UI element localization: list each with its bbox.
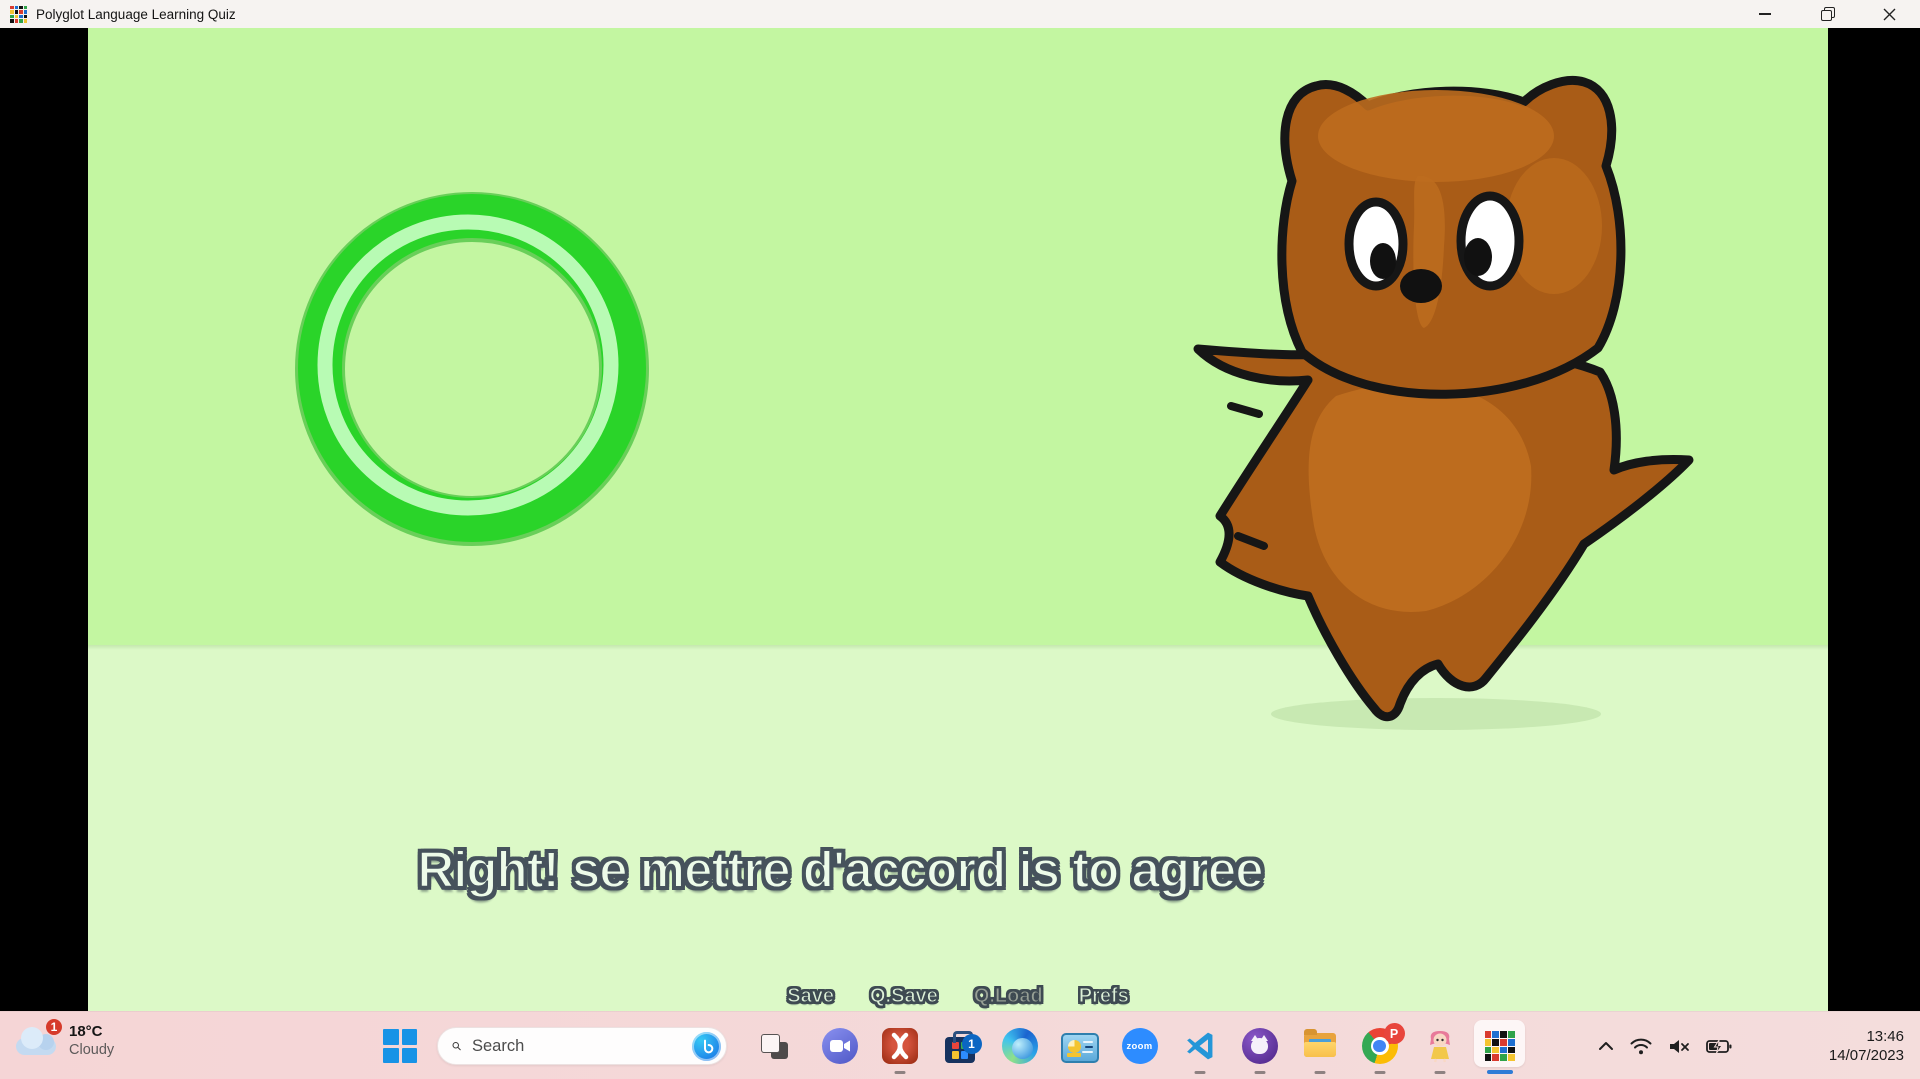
window-controls: [1734, 0, 1920, 28]
taskbar-item-github[interactable]: [1234, 1015, 1285, 1077]
polyglot-quiz-icon: [1485, 1031, 1515, 1061]
taskbar-item-zoom[interactable]: zoom: [1114, 1015, 1165, 1077]
minimize-button[interactable]: [1734, 0, 1796, 28]
quick-save-button[interactable]: Q.Save: [870, 985, 938, 1008]
github-icon: [1242, 1028, 1278, 1064]
quiz-menu: Save Q.Save Q.Load Prefs: [787, 985, 1128, 1008]
running-indicator: [1314, 1071, 1325, 1074]
taskbar-item-teams-chat[interactable]: [814, 1015, 865, 1077]
windows-logo-icon: [383, 1029, 399, 1045]
microsoft-store-icon: 1: [942, 1028, 978, 1064]
media-settings-icon: [1061, 1033, 1099, 1063]
taskbar-item-microsoft-store[interactable]: 1: [934, 1015, 985, 1077]
bing-icon[interactable]: [692, 1032, 721, 1061]
brown-character[interactable]: [1186, 66, 1706, 741]
taskbar: 1 18°C Cloudy: [0, 1011, 1920, 1079]
running-indicator: [1254, 1071, 1265, 1074]
taskbar-item-file-explorer[interactable]: [1294, 1015, 1345, 1077]
chrome-icon: P: [1362, 1028, 1398, 1064]
taskbar-item-anime-app[interactable]: [1414, 1015, 1465, 1077]
running-indicator: [1434, 1071, 1445, 1074]
quiz-feedback-caption: Right! se mettre d'accord is to agree: [417, 840, 1262, 899]
weather-condition: Cloudy: [69, 1042, 114, 1058]
cloud-icon: 1: [14, 1025, 58, 1057]
prefs-button[interactable]: Prefs: [1079, 985, 1129, 1008]
battery-charging-icon[interactable]: [1706, 1039, 1732, 1054]
running-indicator: [1374, 1071, 1385, 1074]
weather-widget[interactable]: 1 18°C Cloudy: [14, 1023, 114, 1058]
weather-temp: 18°C: [69, 1023, 114, 1040]
taskbar-item-red-arcs-app[interactable]: [874, 1015, 925, 1077]
file-explorer-icon: [1302, 1030, 1338, 1066]
app-icon: [10, 6, 27, 23]
nose: [1400, 269, 1442, 303]
start-button[interactable]: [383, 1029, 417, 1063]
quiz-scene: Right! se mettre d'accord is to agree Sa…: [88, 28, 1828, 1011]
restore-icon: [1822, 9, 1833, 20]
taskbar-item-vscode[interactable]: [1174, 1015, 1225, 1077]
desktop-screen: Polyglot Language Learning Quiz: [0, 0, 1920, 1079]
vscode-icon: [1184, 1030, 1216, 1062]
active-window-indicator: [1487, 1070, 1513, 1074]
green-ring-shape[interactable]: [292, 188, 652, 553]
tray-time: 13:46: [1829, 1027, 1904, 1046]
taskbar-item-edge[interactable]: [994, 1015, 1045, 1077]
taskbar-item-chrome[interactable]: P: [1354, 1015, 1405, 1077]
volume-muted-icon[interactable]: [1668, 1038, 1690, 1055]
window-title: Polyglot Language Learning Quiz: [36, 7, 236, 22]
task-view-button[interactable]: [761, 1034, 788, 1059]
minimize-icon: [1759, 13, 1771, 15]
anime-character-icon: [1422, 1028, 1458, 1064]
teams-chat-icon: [822, 1028, 858, 1064]
system-tray: [1598, 1012, 1732, 1079]
running-indicator: [894, 1071, 905, 1074]
clock-widget[interactable]: 13:46 14/07/2023: [1829, 1027, 1904, 1065]
tray-chevron-up-icon[interactable]: [1598, 1041, 1614, 1051]
taskbar-item-polyglot-quiz-active[interactable]: [1474, 1015, 1525, 1077]
tray-date: 14/07/2023: [1829, 1046, 1904, 1065]
chrome-profile-badge: P: [1384, 1023, 1405, 1044]
search-icon: [452, 1037, 461, 1055]
restore-button[interactable]: [1796, 0, 1858, 28]
taskbar-apps: 1 zoom: [814, 1015, 1525, 1077]
search-input[interactable]: [472, 1037, 692, 1056]
wifi-icon[interactable]: [1630, 1038, 1652, 1055]
close-button[interactable]: [1858, 0, 1920, 28]
notification-badge: 1: [44, 1017, 64, 1037]
edge-icon: [1002, 1028, 1038, 1064]
taskbar-item-media-settings[interactable]: [1054, 1015, 1105, 1077]
window-titlebar: Polyglot Language Learning Quiz: [0, 0, 1920, 28]
right-eye: [1461, 196, 1519, 286]
red-arcs-app-icon: [882, 1028, 918, 1064]
character-shadow: [1271, 698, 1601, 730]
search-box[interactable]: [437, 1027, 727, 1065]
zoom-icon: zoom: [1122, 1028, 1158, 1064]
save-button[interactable]: Save: [787, 985, 834, 1008]
running-indicator: [1194, 1071, 1205, 1074]
quick-load-button[interactable]: Q.Load: [974, 985, 1043, 1008]
close-icon: [1883, 8, 1896, 21]
store-notification-badge: 1: [962, 1034, 982, 1054]
